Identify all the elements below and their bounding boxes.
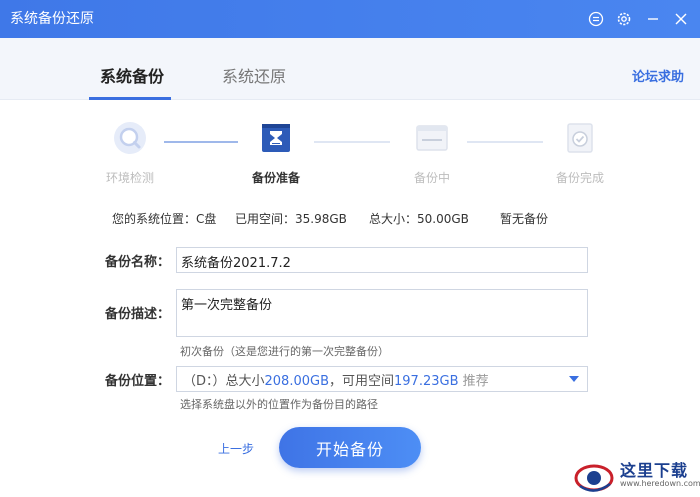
site-logo-icon (574, 464, 614, 492)
message-button[interactable] (586, 9, 606, 29)
chevron-down-icon[interactable] (569, 376, 579, 382)
close-button[interactable] (671, 9, 691, 29)
previous-step-button[interactable]: 上一步 (218, 440, 254, 457)
active-tab-underline (89, 97, 171, 100)
backup-description-value: 第一次完整备份 (181, 298, 273, 313)
watermark-url: www.heredown.com (620, 479, 700, 488)
step-connector-2 (314, 141, 390, 143)
tab-system-restore[interactable]: 系统还原 (222, 67, 286, 87)
step-backup-prepare: 备份准备 (236, 120, 316, 186)
step-backing-up: 备份中 (392, 120, 472, 186)
step-label: 环境检测 (105, 171, 154, 185)
backup-name-value: 系统备份2021.7.2 (181, 256, 291, 271)
backup-description-label: 备份描述： (105, 307, 171, 322)
used-space-info: 已用空间：35.98GB (235, 212, 347, 226)
backup-name-input[interactable]: 系统备份2021.7.2 (176, 247, 588, 273)
backup-description-hint: 初次备份（这是您进行的第一次完整备份） (180, 345, 389, 358)
start-backup-button[interactable]: 开始备份 (279, 427, 421, 468)
backup-name-label: 备份名称： (105, 255, 171, 270)
site-watermark: 这里下载 www.heredown.com (572, 454, 700, 497)
title-bar: 系统备份还原 (0, 0, 700, 38)
step-connector-1 (164, 141, 238, 143)
hourglass-icon (258, 120, 294, 156)
step-environment-check: 环境检测 (90, 120, 170, 186)
check-document-icon (562, 120, 598, 156)
tab-bar: 系统备份 系统还原 论坛求助 (0, 38, 700, 100)
step-backup-complete: 备份完成 (540, 120, 620, 186)
backup-status-info: 暂无备份 (500, 212, 549, 226)
step-label: 备份准备 (251, 171, 300, 185)
forum-help-link[interactable]: 论坛求助 (632, 66, 684, 85)
step-label: 备份完成 (555, 171, 604, 185)
minimize-icon (648, 18, 658, 20)
window-title: 系统备份还原 (10, 11, 94, 27)
backup-location-select[interactable]: （D：）总大小208.00GB，可用空间197.23GB 推荐 (176, 366, 588, 392)
tab-system-backup[interactable]: 系统备份 (100, 67, 164, 87)
settings-button[interactable] (614, 9, 634, 29)
backup-location-hint: 选择系统盘以外的位置作为备份目的路径 (180, 398, 378, 411)
close-icon (675, 13, 687, 25)
system-location-info: 您的系统位置：C盘 (112, 212, 217, 226)
watermark-text: 这里下载 (620, 461, 689, 480)
step-label: 备份中 (413, 171, 450, 185)
backup-location-label: 备份位置： (105, 374, 171, 389)
backup-window-icon (414, 120, 450, 156)
total-size-info: 总大小：50.00GB (369, 212, 469, 226)
backup-location-value: （D：）总大小208.00GB，可用空间197.23GB 推荐 (183, 373, 489, 389)
gear-icon (617, 12, 631, 26)
minimize-button[interactable] (643, 9, 663, 29)
step-connector-3 (467, 141, 543, 143)
magnifier-icon (112, 120, 148, 156)
backup-description-textarea[interactable]: 第一次完整备份 (176, 289, 588, 337)
message-icon (588, 11, 604, 27)
